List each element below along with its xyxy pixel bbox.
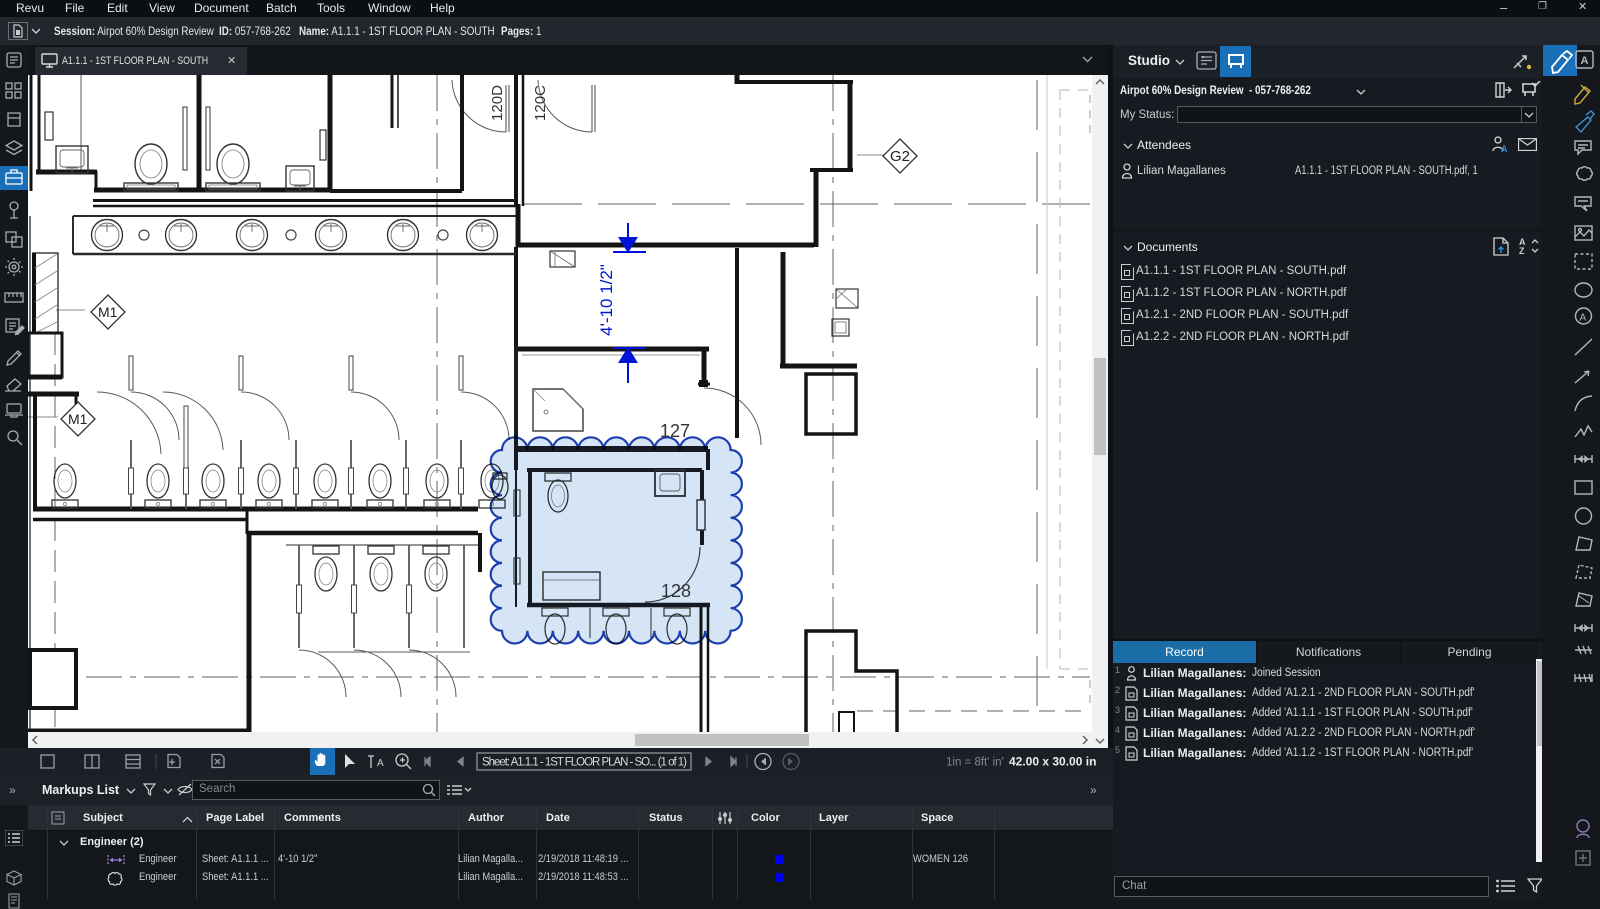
svg-text:A: A [1501,144,1508,154]
svg-text:A: A [1581,55,1589,67]
svg-text:M1: M1 [68,411,88,427]
svg-text:A: A [1580,313,1587,324]
svg-text:127: 127 [660,421,690,441]
svg-text:Sheet: A1.1.1 - 1ST FLOOR PLAN: Sheet: A1.1.1 - 1ST FLOOR PLAN - SO... (… [482,757,687,769]
svg-text:128: 128 [661,581,691,601]
svg-text:Z: Z [1519,246,1525,255]
svg-text:A: A [377,758,384,769]
svg-text:M1: M1 [98,304,118,320]
svg-text:120C: 120C [532,85,549,121]
svg-text:1in = 8ft' in': 1in = 8ft' in' [946,757,1004,769]
svg-text:G2: G2 [890,148,910,165]
svg-text:42.00 x 30.00 in: 42.00 x 30.00 in [1009,755,1096,769]
svg-text:4'-10 1/2": 4'-10 1/2" [597,264,616,336]
svg-text:120D: 120D [489,85,506,121]
